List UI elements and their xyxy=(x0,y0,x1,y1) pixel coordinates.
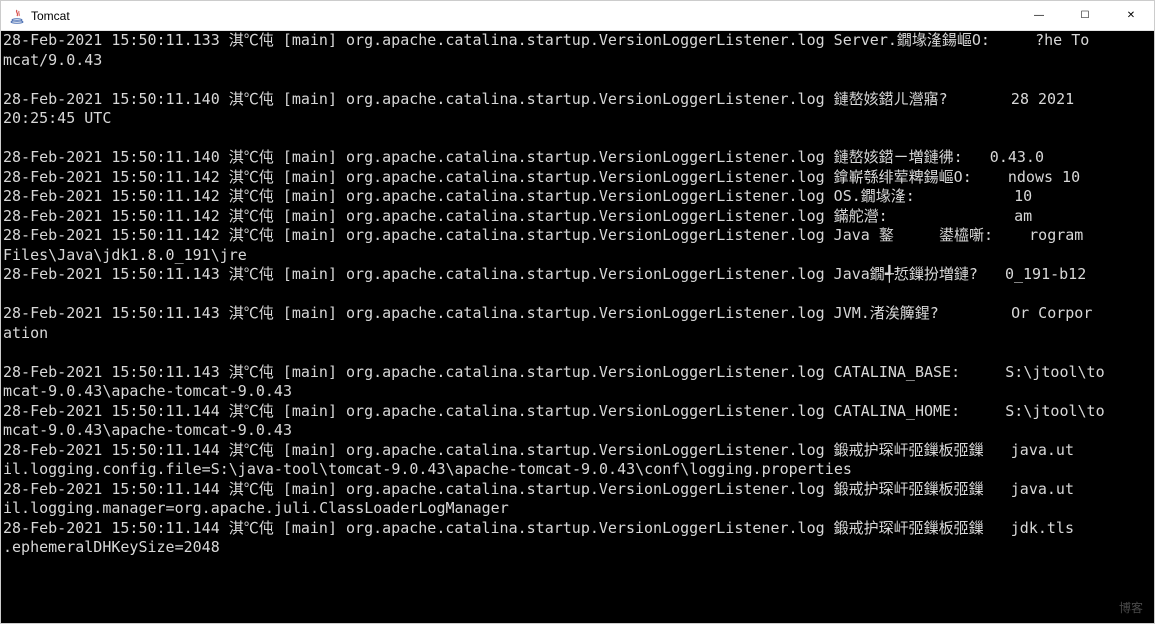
log-line: 28-Feb-2021 15:50:11.144 淇℃伅 [main] org.… xyxy=(3,441,1152,461)
window-controls: — ☐ ✕ xyxy=(1016,1,1154,30)
app-window: Tomcat — ☐ ✕ 28-Feb-2021 15:50:11.133 淇℃… xyxy=(0,0,1155,624)
log-line: 28-Feb-2021 15:50:11.142 淇℃伅 [main] org.… xyxy=(3,226,1152,246)
log-line: 28-Feb-2021 15:50:11.140 淇℃伅 [main] org.… xyxy=(3,90,1152,110)
log-line: 28-Feb-2021 15:50:11.143 淇℃伅 [main] org.… xyxy=(3,304,1152,324)
log-line: mcat-9.0.43\apache-tomcat-9.0.43 xyxy=(3,421,1152,441)
log-line: 28-Feb-2021 15:50:11.142 淇℃伅 [main] org.… xyxy=(3,168,1152,188)
close-button[interactable]: ✕ xyxy=(1108,1,1154,30)
console-output[interactable]: 28-Feb-2021 15:50:11.133 淇℃伅 [main] org.… xyxy=(1,31,1154,623)
log-line: 28-Feb-2021 15:50:11.144 淇℃伅 [main] org.… xyxy=(3,402,1152,422)
log-line xyxy=(3,285,1152,305)
log-line: mcat/9.0.43 xyxy=(3,51,1152,71)
log-line xyxy=(3,343,1152,363)
titlebar[interactable]: Tomcat — ☐ ✕ xyxy=(1,1,1154,31)
java-icon xyxy=(9,8,25,24)
log-line: il.logging.manager=org.apache.juli.Class… xyxy=(3,499,1152,519)
log-line xyxy=(3,129,1152,149)
log-line: 28-Feb-2021 15:50:11.143 淇℃伅 [main] org.… xyxy=(3,363,1152,383)
log-line xyxy=(3,70,1152,90)
window-title: Tomcat xyxy=(31,9,70,23)
log-line: mcat-9.0.43\apache-tomcat-9.0.43 xyxy=(3,382,1152,402)
log-line: 28-Feb-2021 15:50:11.143 淇℃伅 [main] org.… xyxy=(3,265,1152,285)
log-line: .ephemeralDHKeySize=2048 xyxy=(3,538,1152,558)
log-line: 28-Feb-2021 15:50:11.140 淇℃伅 [main] org.… xyxy=(3,148,1152,168)
log-line: 28-Feb-2021 15:50:11.142 淇℃伅 [main] org.… xyxy=(3,187,1152,207)
log-line: 28-Feb-2021 15:50:11.144 淇℃伅 [main] org.… xyxy=(3,519,1152,539)
minimize-button[interactable]: — xyxy=(1016,1,1062,30)
log-line: 28-Feb-2021 15:50:11.133 淇℃伅 [main] org.… xyxy=(3,31,1152,51)
log-line: Files\Java\jdk1.8.0_191\jre xyxy=(3,246,1152,266)
log-line: ation xyxy=(3,324,1152,344)
log-line: 28-Feb-2021 15:50:11.142 淇℃伅 [main] org.… xyxy=(3,207,1152,227)
maximize-button[interactable]: ☐ xyxy=(1062,1,1108,30)
log-line: il.logging.config.file=S:\java-tool\tomc… xyxy=(3,460,1152,480)
log-line: 28-Feb-2021 15:50:11.144 淇℃伅 [main] org.… xyxy=(3,480,1152,500)
log-line: 20:25:45 UTC xyxy=(3,109,1152,129)
